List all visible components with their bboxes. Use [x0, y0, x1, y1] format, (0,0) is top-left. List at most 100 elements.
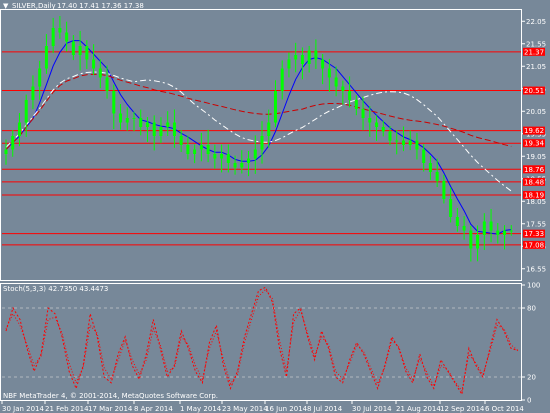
- stoch-tick-label: 80: [527, 305, 536, 313]
- candle-body: [38, 68, 42, 87]
- candle-body: [11, 136, 15, 150]
- candle-body: [172, 122, 176, 136]
- candle-body: [401, 140, 405, 145]
- candle-body: [92, 59, 96, 69]
- candle-body: [395, 140, 399, 142]
- level-tag-label: 19.34: [524, 140, 545, 148]
- candle-body: [78, 46, 82, 55]
- candle-body: [469, 230, 473, 249]
- candle-body: [145, 122, 149, 127]
- candle-body: [489, 221, 493, 231]
- date-tick-label: 23 May 2014: [222, 405, 268, 413]
- chart-menu-icon[interactable]: ▼: [3, 2, 9, 10]
- stoch-tick-label: 0: [527, 397, 531, 405]
- candle-body: [226, 154, 230, 163]
- candle-body: [247, 158, 251, 163]
- price-tick-label: 19.05: [526, 153, 546, 161]
- candle-body: [294, 55, 298, 60]
- candle-body: [17, 122, 21, 136]
- candle-body: [105, 77, 109, 91]
- candle-body: [354, 100, 358, 109]
- stochastic-oscillator: [2, 286, 521, 396]
- date-tick-label: 30 Jul 2014: [352, 405, 392, 413]
- level-tag-label: 17.08: [524, 241, 544, 249]
- candle-body: [240, 163, 244, 168]
- candle-body: [206, 145, 210, 154]
- stoch-tick-label: 20: [527, 374, 536, 382]
- candle-body: [442, 181, 446, 199]
- candle-body: [260, 136, 264, 150]
- chart-window[interactable]: 22.0521.5521.0520.5520.0519.5519.0518.55…: [0, 0, 550, 413]
- stoch-signal-line: [5, 288, 519, 392]
- candle-body: [509, 230, 513, 232]
- chart-canvas[interactable]: 22.0521.5521.0520.5520.0519.5519.0518.55…: [0, 0, 550, 413]
- level-tag-label: 18.19: [524, 191, 544, 199]
- level-tag-label: 20.51: [524, 87, 544, 95]
- candle-body: [31, 86, 35, 100]
- candle-body: [233, 163, 237, 168]
- candle-body: [125, 118, 129, 123]
- stoch-tick-label: 100: [527, 282, 540, 290]
- candle-body: [213, 154, 217, 159]
- candle-body: [199, 145, 203, 150]
- candle-body: [334, 77, 338, 87]
- price-tick-label: 21.55: [526, 40, 546, 48]
- candle-body: [44, 46, 48, 69]
- candle-body: [112, 91, 116, 114]
- candle-body: [65, 32, 69, 42]
- date-tick-label: 21 Aug 2014: [396, 405, 441, 413]
- price-tick-label: 20.05: [526, 108, 546, 116]
- stoch-axis: 100 80 20 0: [521, 282, 540, 405]
- level-tags: 21.37 20.51 19.62 19.34 18.76 18.48 18.19 17.33…: [523, 47, 545, 249]
- ma-slow-line: [5, 73, 512, 150]
- date-tick-label: 30 Jan 2014: [2, 405, 45, 413]
- candle-body: [314, 50, 318, 60]
- candle-body: [428, 163, 432, 172]
- date-tick-label: 1 May 2014: [180, 405, 222, 413]
- candle-body: [24, 100, 28, 123]
- candle-body: [159, 127, 163, 136]
- candle-body: [415, 140, 419, 150]
- ma-mid-line: [5, 71, 512, 192]
- candle-body: [361, 109, 365, 118]
- stoch-title: Stoch(5,3,3) 42.7350 43.4473: [3, 285, 108, 293]
- price-candles: [4, 15, 513, 262]
- ohlc-readout: 17.40 17.41 17.36 17.38: [57, 2, 144, 10]
- candle-body: [375, 122, 379, 127]
- candle-body: [71, 41, 75, 55]
- price-tick-label: 22.05: [526, 18, 546, 26]
- candle-body: [422, 149, 426, 163]
- candle-body: [4, 149, 8, 154]
- stoch-main-line: [5, 286, 519, 396]
- candle-body: [388, 131, 392, 141]
- candle-body: [186, 145, 190, 154]
- date-tick-label: 8 Apr 2014: [134, 405, 173, 413]
- date-tick-label: 6 Oct 2014: [485, 405, 524, 413]
- date-tick-label: 8 Jul 2014: [307, 405, 343, 413]
- level-tag-label: 18.48: [524, 178, 544, 186]
- ma-fast-line: [5, 40, 512, 235]
- date-axis: 30 Jan 2014 21 Feb 2014 17 Mar 2014 8 Apr 2…: [1, 401, 524, 413]
- candle-body: [280, 68, 284, 91]
- level-tag-label: 19.62: [524, 127, 544, 135]
- candle-body: [368, 118, 372, 123]
- candle-body: [119, 113, 123, 123]
- candle-body: [193, 149, 197, 154]
- candle-body: [408, 140, 412, 145]
- candle-body: [58, 28, 62, 33]
- candle-body: [327, 68, 331, 78]
- candle-body: [273, 91, 277, 123]
- level-tag-label: 18.76: [524, 166, 545, 174]
- price-tick-label: 21.05: [526, 63, 546, 71]
- candle-body: [253, 149, 257, 159]
- candle-body: [462, 226, 466, 231]
- candle-body: [220, 154, 224, 159]
- candle-body: [300, 55, 304, 64]
- candle-body: [496, 230, 500, 235]
- candle-body: [435, 172, 439, 181]
- candle-body: [307, 50, 311, 64]
- candle-body: [51, 28, 55, 46]
- moving-averages: [5, 40, 512, 235]
- level-tag-label: 17.33: [524, 230, 544, 238]
- candle-body: [166, 122, 170, 127]
